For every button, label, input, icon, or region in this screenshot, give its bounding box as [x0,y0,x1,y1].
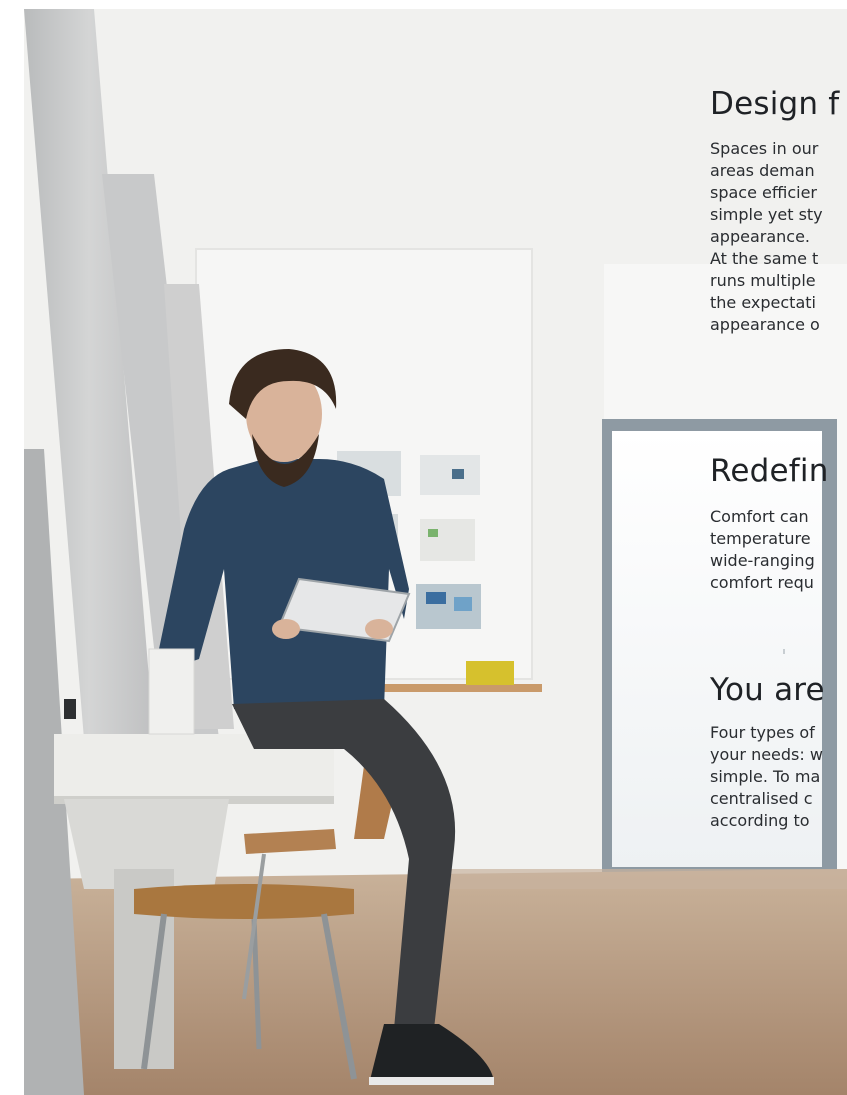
heading-redefine: Redefin [710,453,829,489]
text-line: Comfort can [710,507,809,526]
text-line: areas deman [710,161,815,180]
text-line: wide-ranging [710,551,815,570]
text-line: space efficier [710,183,817,202]
text-line: the expectati [710,293,816,312]
heading-design: Design f [710,86,840,122]
text-line: temperature [710,529,811,548]
text-line: your needs: w [710,745,823,764]
text-line: comfort requ [710,573,814,592]
text-line: appearance o [710,315,820,334]
text-column: Design f Spaces in our areas deman space… [710,9,847,1095]
paragraph-redefine: Comfort can temperature wide-ranging com… [710,506,847,594]
text-line: simple yet sty [710,205,823,224]
text-line: appearance. [710,227,811,246]
text-line: At the same t [710,249,819,268]
heading-you-are: You are [710,672,825,708]
text-line: Four types of [710,723,815,742]
text-line: runs multiple [710,271,816,290]
text-line: simple. To ma [710,767,821,786]
text-line: centralised c [710,789,813,808]
text-line: according to [710,811,810,830]
paragraph-you-are: Four types of your needs: w simple. To m… [710,722,847,832]
paragraph-design: Spaces in our areas deman space efficier… [710,138,847,336]
text-line: Spaces in our [710,139,819,158]
brochure-page: Design f Spaces in our areas deman space… [24,9,847,1095]
